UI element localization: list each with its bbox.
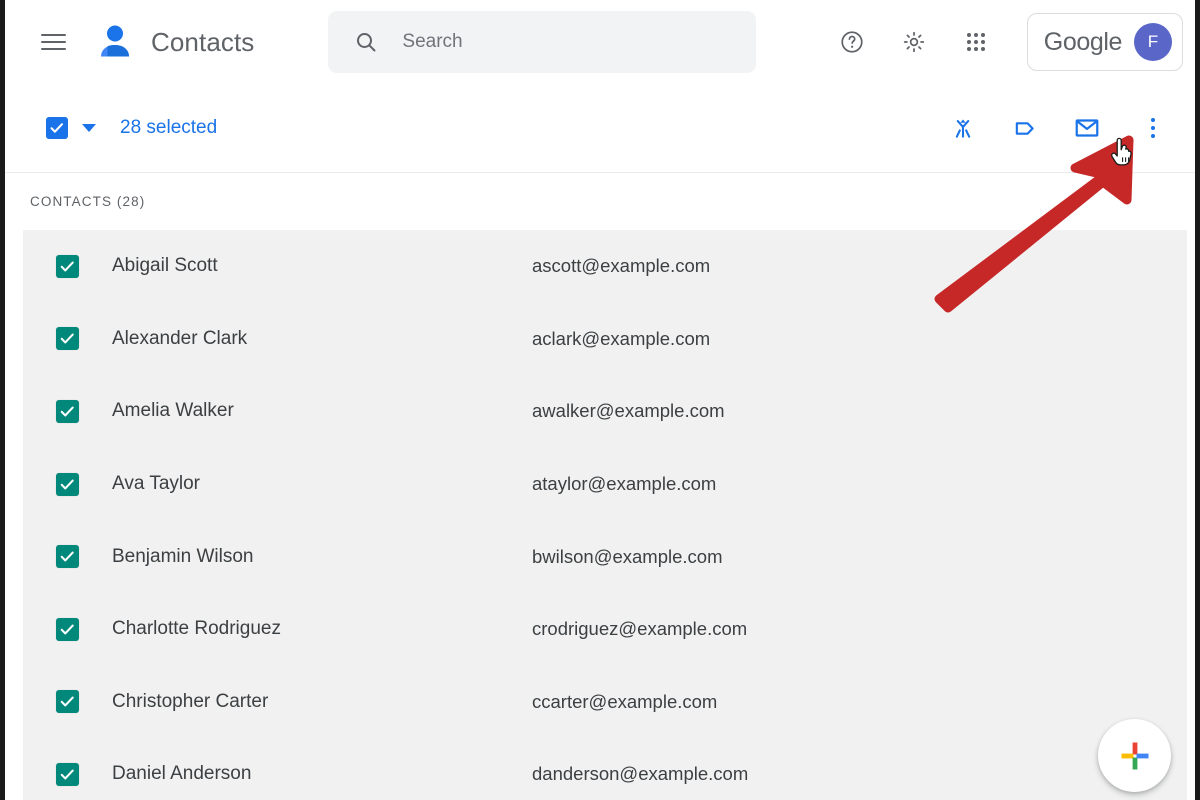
contact-checkbox[interactable] xyxy=(56,472,79,496)
checkmark-icon xyxy=(60,696,74,707)
kebab-dot xyxy=(1151,126,1155,130)
checkmark-icon xyxy=(60,406,74,417)
kebab-dot xyxy=(1151,118,1155,122)
app-brand[interactable]: Contacts xyxy=(93,20,254,64)
contact-checkbox[interactable] xyxy=(56,762,79,786)
select-all-checkbox[interactable] xyxy=(46,117,68,139)
contact-checkbox[interactable] xyxy=(56,327,79,351)
google-apps-grid-icon[interactable] xyxy=(953,19,999,65)
contact-name: Daniel Anderson xyxy=(112,763,252,785)
app-window: Contacts Search Google F 28 selected CON… xyxy=(0,0,1200,800)
contact-email: ccarter@example.com xyxy=(532,690,718,712)
hamburger-line xyxy=(40,48,66,50)
hamburger-line xyxy=(40,34,66,36)
contact-row[interactable]: Abigail Scott ascott@example.com xyxy=(23,230,1187,303)
checkmark-icon xyxy=(60,551,74,562)
contact-email: aclark@example.com xyxy=(532,327,711,349)
contact-checkbox[interactable] xyxy=(56,399,79,423)
page-title: Contacts xyxy=(151,26,255,57)
settings-gear-icon[interactable] xyxy=(891,19,937,65)
chevron-down-icon[interactable] xyxy=(82,124,96,132)
checkmark-icon xyxy=(60,261,74,272)
checkmark-icon xyxy=(60,624,74,635)
contact-name: Alexander Clark xyxy=(112,327,248,349)
search-bar[interactable] xyxy=(328,11,757,73)
selected-count-label: 28 selected xyxy=(120,117,218,138)
contact-checkbox[interactable] xyxy=(56,690,79,714)
contacts-list: Abigail Scott ascott@example.com Alexander… xyxy=(23,230,1187,800)
hamburger-menu-icon[interactable] xyxy=(29,18,77,66)
send-email-icon[interactable] xyxy=(1065,106,1109,150)
checkmark-icon xyxy=(50,123,63,133)
contact-email: crodriguez@example.com xyxy=(532,618,748,640)
help-icon[interactable] xyxy=(829,19,875,65)
contact-name: Christopher Carter xyxy=(112,690,269,712)
contact-row[interactable]: Christopher Carter ccarter@example.com xyxy=(23,666,1187,739)
google-wordmark: Google xyxy=(1043,27,1123,56)
checkmark-icon xyxy=(60,769,74,780)
contact-row[interactable]: Ava Taylor ataylor@example.com xyxy=(23,448,1187,521)
contacts-count-label: CONTACTS (28) xyxy=(30,194,146,209)
kebab-dots xyxy=(1151,118,1155,138)
contacts-section-header: CONTACTS (28) xyxy=(5,173,1195,230)
contact-checkbox[interactable] xyxy=(56,254,79,278)
contacts-person-icon xyxy=(93,20,137,64)
account-chip[interactable]: Google F xyxy=(1026,13,1183,71)
contact-checkbox[interactable] xyxy=(56,617,79,641)
google-plus-icon xyxy=(1121,742,1148,769)
create-contact-fab[interactable] xyxy=(1098,719,1171,792)
avatar[interactable]: F xyxy=(1134,23,1172,61)
search-icon xyxy=(357,33,376,52)
contact-name: Charlotte Rodriguez xyxy=(112,618,281,640)
kebab-dot xyxy=(1151,134,1155,138)
contact-row[interactable]: Alexander Clark aclark@example.com xyxy=(23,303,1187,376)
contact-row[interactable]: Charlotte Rodriguez crodriguez@example.co… xyxy=(23,593,1187,666)
contact-email: awalker@example.com xyxy=(532,400,725,422)
contact-email: ataylor@example.com xyxy=(532,473,717,495)
contact-email: bwilson@example.com xyxy=(532,545,723,567)
contact-name: Ava Taylor xyxy=(112,473,201,495)
hamburger-line xyxy=(40,41,66,43)
selection-actions xyxy=(938,106,1175,150)
label-tag-icon[interactable] xyxy=(1003,106,1047,150)
top-bar-actions: Google F xyxy=(829,13,1183,71)
search-input[interactable] xyxy=(400,30,735,54)
contact-name: Amelia Walker xyxy=(112,400,234,422)
top-app-bar: Contacts Search Google F xyxy=(5,0,1195,84)
more-options-kebab-icon[interactable] xyxy=(1131,106,1175,150)
merge-contacts-icon[interactable] xyxy=(941,106,985,150)
contact-name: Abigail Scott xyxy=(112,255,218,277)
checkmark-icon xyxy=(60,333,74,344)
contact-email: ascott@example.com xyxy=(532,255,711,277)
contact-checkbox[interactable] xyxy=(56,545,79,569)
contact-name: Benjamin Wilson xyxy=(112,545,254,567)
selection-toolbar: 28 selected xyxy=(5,84,1195,173)
checkmark-icon xyxy=(60,479,74,490)
contact-email: danderson@example.com xyxy=(532,763,749,785)
contact-row[interactable]: Amelia Walker awalker@example.com xyxy=(23,375,1187,448)
contact-row[interactable]: Benjamin Wilson bwilson@example.com xyxy=(23,520,1187,593)
contact-row[interactable]: Daniel Anderson danderson@example.com xyxy=(23,738,1187,800)
